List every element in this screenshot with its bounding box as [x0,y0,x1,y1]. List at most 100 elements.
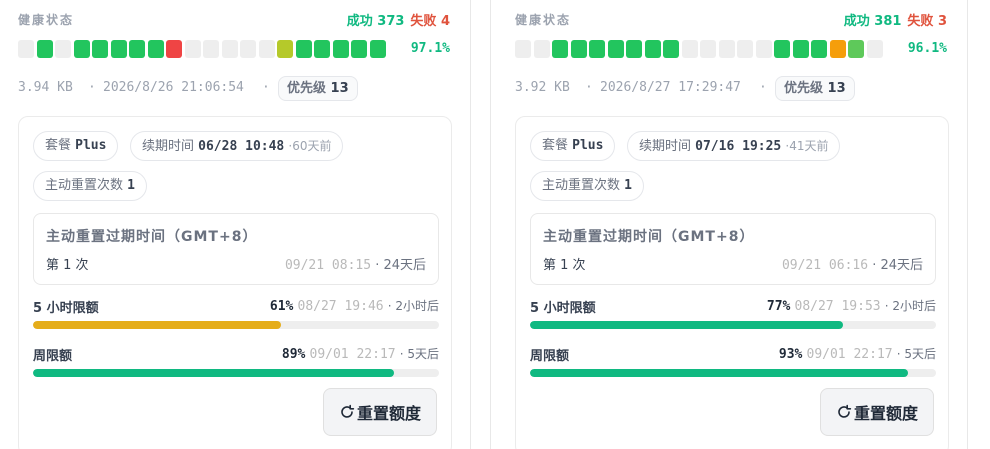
health-segment-empty [866,40,883,58]
health-segment-empty [184,40,201,58]
reset-expiry-title: 主动重置过期时间（GMT+8） [543,229,755,245]
quota-week-track [33,369,439,377]
priority-value: 13 [827,81,846,96]
health-segment-green [589,40,605,58]
meta-separator: · [262,80,270,95]
reset-index: 第 1 次 [543,258,586,273]
quota-5h: 5 小时限额 77% 08/27 19:53 · 2小时后 [530,297,936,329]
health-segment-olive [277,40,293,58]
reset-expiry-time: 09/21 06:16 · 24天后 [782,254,923,273]
renew-label: 续期时间 [639,139,692,154]
health-segment-lightgreen [848,40,864,58]
health-segment-green [644,40,661,58]
health-segment-green [626,40,642,58]
quota-5h-info: 77% 08/27 19:53 · 2小时后 [767,297,936,314]
refresh-icon [341,404,355,418]
health-segment-empty [258,40,275,58]
quota-week: 周限额 93% 09/01 22:17 · 5天后 [530,345,936,377]
account-card: 健康状态 成功 373 失败 4 97.1% 3.94 KB · 2026/8/2… [0,0,471,449]
priority-label: 优先级 [287,81,327,96]
quota-5h-percent: 77% [766,299,791,314]
file-size: 3.92 KB [515,80,570,95]
reset-expiry-title: 主动重置过期时间（GMT+8） [46,229,258,245]
health-bar: 96.1% [515,40,947,58]
health-header: 健康状态 成功 373 失败 4 [18,10,450,30]
health-segment-empty [700,40,716,58]
reset-count-pill: 主动重置次数 1 [530,171,644,201]
quota-5h-percent: 61% [269,299,294,314]
health-segment-green [811,40,827,58]
health-segment-green [147,40,164,58]
quota-week-reset-time: 09/01 22:17 [806,347,893,362]
plan-pill: 套餐 Plus [33,131,119,161]
timestamp: 2026/8/27 17:29:47 [600,80,741,95]
quota-week-reset-time: 09/01 22:17 [309,347,396,362]
health-segment-green [552,40,568,58]
fail-count: 失败 4 [410,14,450,29]
health-segment-green [351,40,367,58]
account-card: 健康状态 成功 381 失败 3 96.1% 3.92 KB · 2026/8/2… [490,0,968,449]
health-segment-empty [718,40,735,58]
quota-week-track [530,369,936,377]
priority-label: 优先级 [784,81,824,96]
reset-count-label: 主动重置次数 [45,178,124,193]
health-segment-green [73,40,90,58]
timestamp: 2026/8/26 21:06:54 [103,80,244,95]
health-segment-green [607,40,624,58]
reset-relative: · 24天后 [375,258,426,273]
health-bar: 97.1% [18,40,450,58]
renew-pill: 续期时间 07/16 19:25 ·41天前 [627,131,841,161]
health-segment-green [570,40,587,58]
quota-5h-reset-time: 08/27 19:46 [297,299,384,314]
quota-week-info: 93% 09/01 22:17 · 5天后 [779,345,936,362]
health-segment-empty [681,40,698,58]
reset-count-value: 1 [624,178,632,193]
quota-5h-track [530,321,936,329]
health-segment-green [314,40,330,58]
renew-relative: ·60天前 [288,139,332,153]
reset-time-value: 09/21 06:16 [781,258,869,273]
health-segment-red [166,40,182,58]
plan-value: Plus [572,138,604,153]
health-stats: 成功 381 失败 3 [844,10,947,29]
reset-count-pill: 主动重置次数 1 [33,171,147,201]
reset-relative: · 24天后 [872,258,923,273]
meta-separator: · [585,80,593,95]
file-size: 3.94 KB [18,80,73,95]
renew-relative: ·41天前 [785,139,829,153]
health-segment-green [792,40,809,58]
quota-week-fill [33,369,395,377]
health-segment-empty [240,40,256,58]
quota-week-fill [530,369,908,377]
success-count: 成功 373 [346,14,405,29]
health-segment-empty [755,40,772,58]
meta-separator: · [88,80,96,95]
priority-value: 13 [330,81,349,96]
health-segment-green [129,40,145,58]
quota-5h-fill [33,321,281,329]
plan-value: Plus [75,138,107,153]
quota-5h-label: 5 小时限额 [530,301,596,316]
health-label: 健康状态 [18,13,75,27]
quota-5h: 5 小时限额 61% 08/27 19:46 · 2小时后 [33,297,439,329]
quota-week-label: 周限额 [33,349,73,364]
reset-quota-label: 重置额度 [853,404,918,423]
reset-quota-button[interactable]: 重置额度 [820,388,934,436]
quota-5h-reset-time: 08/27 19:53 [794,299,881,314]
quota-5h-fill [530,321,843,329]
health-segment-green [295,40,312,58]
health-segment-green [332,40,349,58]
reset-quota-button[interactable]: 重置额度 [323,388,437,436]
quota-5h-relative: · 2小时后 [884,299,936,313]
success-count: 成功 381 [843,14,902,29]
health-segment-green [774,40,790,58]
health-label: 健康状态 [515,13,572,27]
quota-week-info: 89% 09/01 22:17 · 5天后 [282,345,439,362]
quota-5h-relative: · 2小时后 [387,299,439,313]
success-rate: 97.1% [410,41,450,56]
quota-5h-label: 5 小时限额 [33,301,99,316]
quota-week-relative: · 5天后 [399,347,439,361]
health-segment-empty [18,40,34,58]
health-segment-green [36,40,53,58]
health-segment-empty [533,40,550,58]
